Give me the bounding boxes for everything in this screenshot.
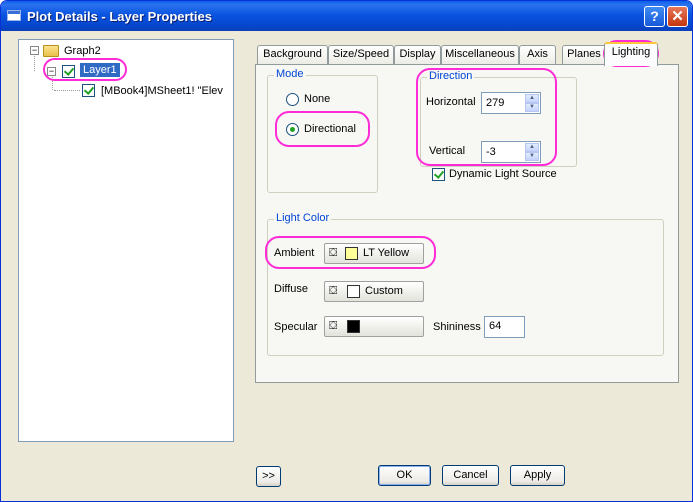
tree-label-graph2: Graph2 [64,45,101,57]
tab-miscellaneous[interactable]: Miscellaneous [441,45,519,65]
diffuse-color-button[interactable]: ⛋ Custom [324,281,424,302]
close-button[interactable]: ✕ [667,6,688,27]
tab-axis[interactable]: Axis [519,45,556,65]
ok-button[interactable]: OK [378,465,431,486]
direction-group-title: Direction [427,70,475,82]
ambient-swatch [345,247,358,260]
vertical-spinner[interactable]: -3 ▲ ▼ [481,141,541,163]
specular-label: Specular [274,321,318,333]
spin-down-icon[interactable]: ▼ [525,103,539,112]
tab-background[interactable]: Background [257,45,328,65]
window-title: Plot Details - Layer Properties [27,9,212,24]
folder-icon [43,45,59,57]
collapse-icon[interactable]: − [47,67,56,76]
tab-size-speed[interactable]: Size/Speed [328,45,394,65]
plot-details-window: Plot Details - Layer Properties ? ✕ − Gr… [0,0,693,502]
spin-up-icon[interactable]: ▲ [525,143,539,152]
cancel-button[interactable]: Cancel [442,465,499,486]
ambient-label: Ambient [274,247,315,259]
light-color-group-title: Light Color [274,212,332,224]
ambient-color-button[interactable]: ⛋ LT Yellow [324,243,424,264]
vertical-spin-buttons[interactable]: ▲ ▼ [525,143,539,161]
layer-checkbox[interactable] [62,65,75,78]
tab-display[interactable]: Display [394,45,441,65]
vertical-value[interactable]: -3 [486,146,496,158]
spin-up-icon[interactable]: ▲ [525,94,539,103]
lighting-panel: Mode None Directional Direction Horizont… [255,64,679,383]
diffuse-swatch [347,285,360,298]
shininess-label: Shininess [433,321,481,333]
dynamic-light-label[interactable]: Dynamic Light Source [449,168,557,180]
paint-bucket-icon: ⛋ [329,320,338,332]
paint-bucket-icon: ⛋ [329,247,338,259]
tree-item-graph2[interactable]: − Graph2 [19,43,233,59]
shininess-input[interactable]: 64 [484,316,525,338]
tree-label-layer1: Layer1 [80,63,120,77]
layer-tree[interactable]: − Graph2 − Layer1 [MBook4]MSheet1! "Elev [18,39,234,442]
horizontal-label: Horizontal [426,96,476,108]
specular-color-button[interactable]: ⛋ [324,316,424,337]
collapse-icon[interactable]: − [30,46,39,55]
mode-group: Mode None Directional [267,68,378,193]
diffuse-label: Diffuse [274,283,309,295]
dataset-checkbox[interactable] [82,84,95,97]
vertical-label: Vertical [429,145,466,157]
tab-lighting[interactable]: Lighting [604,42,658,66]
expand-button[interactable]: >> [256,466,281,487]
spin-down-icon[interactable]: ▼ [525,152,539,161]
diffuse-color-name: Custom [365,285,403,297]
tree-item-dataset[interactable]: [MBook4]MSheet1! "Elev [19,82,233,100]
window-icon [7,10,21,21]
mode-directional-label[interactable]: Directional [304,123,356,135]
tab-planes[interactable]: Planes [562,45,606,65]
light-color-group: Light Color Ambient ⛋ LT Yellow Diffuse … [267,212,664,356]
apply-button[interactable]: Apply [510,465,565,486]
dynamic-light-checkbox[interactable] [432,168,445,181]
direction-group: Direction Horizontal 279 ▲ ▼ Vertical -3… [420,70,577,167]
horizontal-value[interactable]: 279 [486,97,504,109]
help-button[interactable]: ? [644,6,665,27]
mode-group-title: Mode [274,68,306,80]
horizontal-spin-buttons[interactable]: ▲ ▼ [525,94,539,112]
ambient-color-name: LT Yellow [363,247,410,259]
paint-bucket-icon: ⛋ [329,285,338,297]
specular-swatch [347,320,360,333]
mode-none-label[interactable]: None [304,93,330,105]
tree-item-layer1[interactable]: − Layer1 [19,62,233,80]
tree-label-dataset: [MBook4]MSheet1! "Elev [101,85,223,97]
mode-none-radio[interactable] [286,93,299,106]
horizontal-spinner[interactable]: 279 ▲ ▼ [481,92,541,114]
mode-directional-radio[interactable] [286,123,299,136]
title-bar[interactable]: Plot Details - Layer Properties ? ✕ [1,1,692,31]
